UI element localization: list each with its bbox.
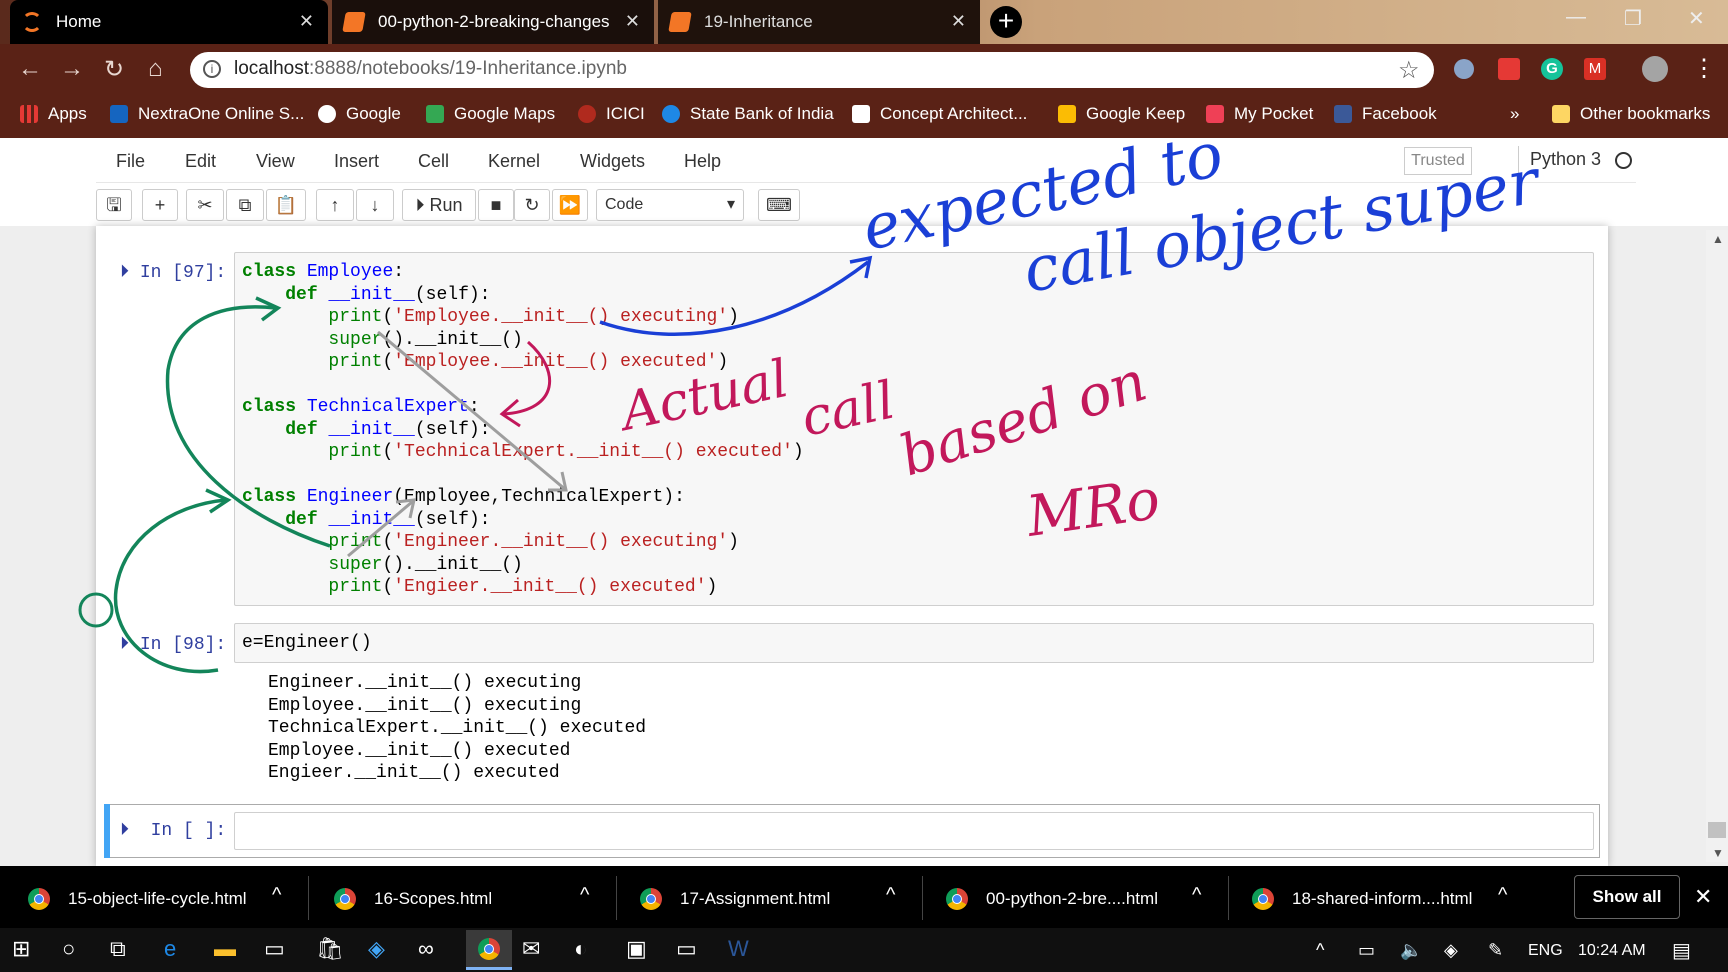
chevron-up-icon[interactable]: ^ — [1316, 940, 1324, 961]
chrome-icon — [478, 938, 500, 960]
annotation-actual: Actual — [612, 349, 793, 444]
store-icon[interactable]: 🛍 — [316, 936, 344, 962]
annotation-based-on: based on — [892, 349, 1154, 489]
chrome-icon — [334, 888, 356, 910]
chevron-up-icon[interactable]: ^ — [1498, 884, 1507, 907]
task-view-icon[interactable]: ⧉ — [110, 936, 126, 962]
chrome-icon — [28, 888, 50, 910]
word-icon[interactable]: W — [728, 936, 749, 962]
download-name: 18-shared-inform....html — [1292, 889, 1473, 908]
file-explorer-icon[interactable]: ▬ — [214, 936, 236, 962]
chevron-up-icon[interactable]: ^ — [1192, 884, 1201, 907]
annotation-mro: MRo — [1022, 467, 1164, 550]
grey-arrow — [347, 500, 413, 558]
terminal-icon[interactable]: ▭ — [264, 936, 285, 962]
divider — [1228, 876, 1229, 920]
chrome-icon — [1252, 888, 1274, 910]
dropbox-icon[interactable]: ◈ — [368, 936, 385, 962]
chrome-icon — [946, 888, 968, 910]
ink-annotations: expected to call object super Actual cal… — [78, 117, 1547, 674]
windows-taskbar — [0, 928, 1728, 972]
green-arrow — [113, 498, 227, 674]
notification-icon[interactable]: ▤ — [1672, 938, 1691, 963]
show-all-button[interactable]: Show all — [1574, 875, 1680, 919]
pen-icon[interactable]: ✎ — [1488, 940, 1503, 961]
edge-icon[interactable]: e — [164, 936, 176, 962]
mail-icon[interactable]: ✉ — [522, 936, 540, 962]
download-item[interactable]: 17-Assignment.html — [640, 888, 830, 910]
infinity-icon[interactable]: ∞ — [418, 936, 434, 962]
divider — [308, 876, 309, 920]
download-item[interactable]: 15-object-life-cycle.html — [28, 888, 247, 910]
chrome-icon — [640, 888, 662, 910]
dropbox-icon[interactable]: ◈ — [1444, 940, 1458, 961]
chrome-taskbar-button[interactable] — [466, 930, 512, 970]
battery-icon[interactable]: ▭ — [1358, 940, 1375, 961]
clock[interactable]: 10:24 AM — [1578, 942, 1646, 960]
download-item[interactable]: 00-python-2-bre....html — [946, 888, 1158, 910]
language-indicator[interactable]: ENG — [1528, 942, 1563, 960]
download-name: 15-object-life-cycle.html — [68, 889, 247, 908]
divider — [922, 876, 923, 920]
grey-arrow — [377, 330, 567, 492]
download-item[interactable]: 16-Scopes.html — [334, 888, 492, 910]
chevron-up-icon[interactable]: ^ — [272, 884, 281, 907]
app-icon[interactable]: ▣ — [626, 936, 647, 962]
search-icon[interactable]: ○ — [62, 936, 75, 962]
volume-icon[interactable]: 🔈 — [1400, 940, 1422, 961]
terminal-icon[interactable]: ▭ — [676, 936, 697, 962]
green-arrow — [165, 305, 331, 548]
magenta-arrow — [503, 340, 552, 416]
download-name: 16-Scopes.html — [374, 889, 493, 908]
blue-arrow — [599, 260, 870, 336]
green-arrowhead — [255, 296, 282, 322]
chevron-up-icon[interactable]: ^ — [886, 884, 895, 907]
windows-start-icon[interactable]: ⊞ — [12, 936, 30, 962]
download-name: 17-Assignment.html — [680, 889, 831, 908]
download-name: 00-python-2-bre....html — [986, 889, 1158, 908]
green-circle-mark — [78, 592, 114, 628]
download-item[interactable]: 18-shared-inform....html — [1252, 888, 1472, 910]
annotation-call: call — [796, 371, 900, 449]
app-icon[interactable]: ◐ — [574, 936, 587, 962]
chevron-up-icon[interactable]: ^ — [580, 884, 589, 907]
divider — [616, 876, 617, 920]
close-icon[interactable]: ✕ — [1694, 884, 1712, 910]
